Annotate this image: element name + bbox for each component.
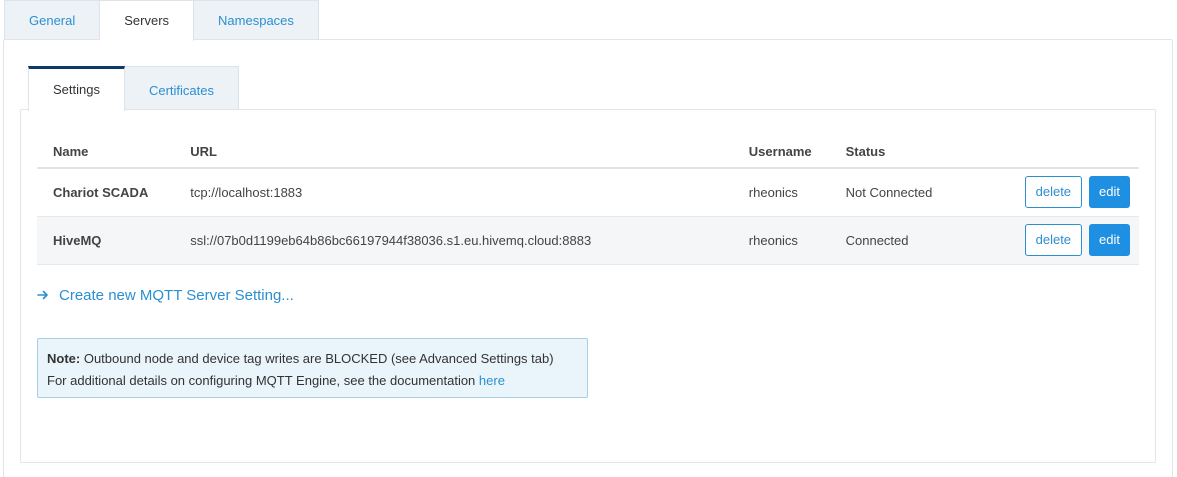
server-username: rheonics <box>732 216 830 265</box>
server-name: Chariot SCADA <box>37 168 175 217</box>
server-status: Not Connected <box>829 168 1009 217</box>
delete-button[interactable]: delete <box>1024 224 1083 256</box>
row-actions: delete edit <box>1008 216 1139 265</box>
note-text-1: Outbound node and device tag writes are … <box>80 351 554 366</box>
arrow-right-icon <box>37 289 51 301</box>
server-name: HiveMQ <box>37 216 175 265</box>
table-row: HiveMQ ssl://07b0d1199eb64b86bc66197944f… <box>37 216 1139 265</box>
sub-tab-bar: Settings Certificates <box>28 66 240 111</box>
edit-button[interactable]: edit <box>1089 176 1130 209</box>
server-username: rheonics <box>732 168 830 217</box>
column-header-actions <box>1008 136 1139 169</box>
column-header-username: Username <box>732 136 830 169</box>
column-header-name: Name <box>37 136 175 169</box>
create-link-label: Create new MQTT Server Setting... <box>59 286 294 304</box>
server-url: ssl://07b0d1199eb64b86bc66197944f38036.s… <box>174 216 733 265</box>
table-row: Chariot SCADA tcp://localhost:1883 rheon… <box>37 168 1139 217</box>
column-header-url: URL <box>174 136 733 169</box>
column-header-status: Status <box>829 136 1009 169</box>
info-note: Note: Outbound node and device tag write… <box>37 338 588 398</box>
note-text-2: For additional details on configuring MQ… <box>47 373 479 388</box>
note-line-1: Note: Outbound node and device tag write… <box>47 348 578 370</box>
table-header-row: Name URL Username Status <box>37 136 1139 169</box>
servers-table: Name URL Username Status Chariot SCADA t… <box>37 136 1139 265</box>
note-label: Note: <box>47 351 81 366</box>
tab-servers[interactable]: Servers <box>100 0 195 41</box>
create-server-setting-link[interactable]: Create new MQTT Server Setting... <box>37 284 294 306</box>
server-status: Connected <box>829 216 1009 265</box>
delete-button[interactable]: delete <box>1024 176 1083 209</box>
edit-button[interactable]: edit <box>1089 224 1130 256</box>
server-url: tcp://localhost:1883 <box>174 168 733 217</box>
top-tab-bar: General Servers Namespaces <box>4 0 319 41</box>
note-line-2: For additional details on configuring MQ… <box>47 370 578 392</box>
tab-namespaces[interactable]: Namespaces <box>194 0 319 40</box>
tab-certificates[interactable]: Certificates <box>124 66 240 110</box>
tab-general[interactable]: General <box>4 0 101 40</box>
tab-settings[interactable]: Settings <box>28 66 125 111</box>
documentation-link[interactable]: here <box>479 373 505 388</box>
row-actions: delete edit <box>1008 168 1139 217</box>
